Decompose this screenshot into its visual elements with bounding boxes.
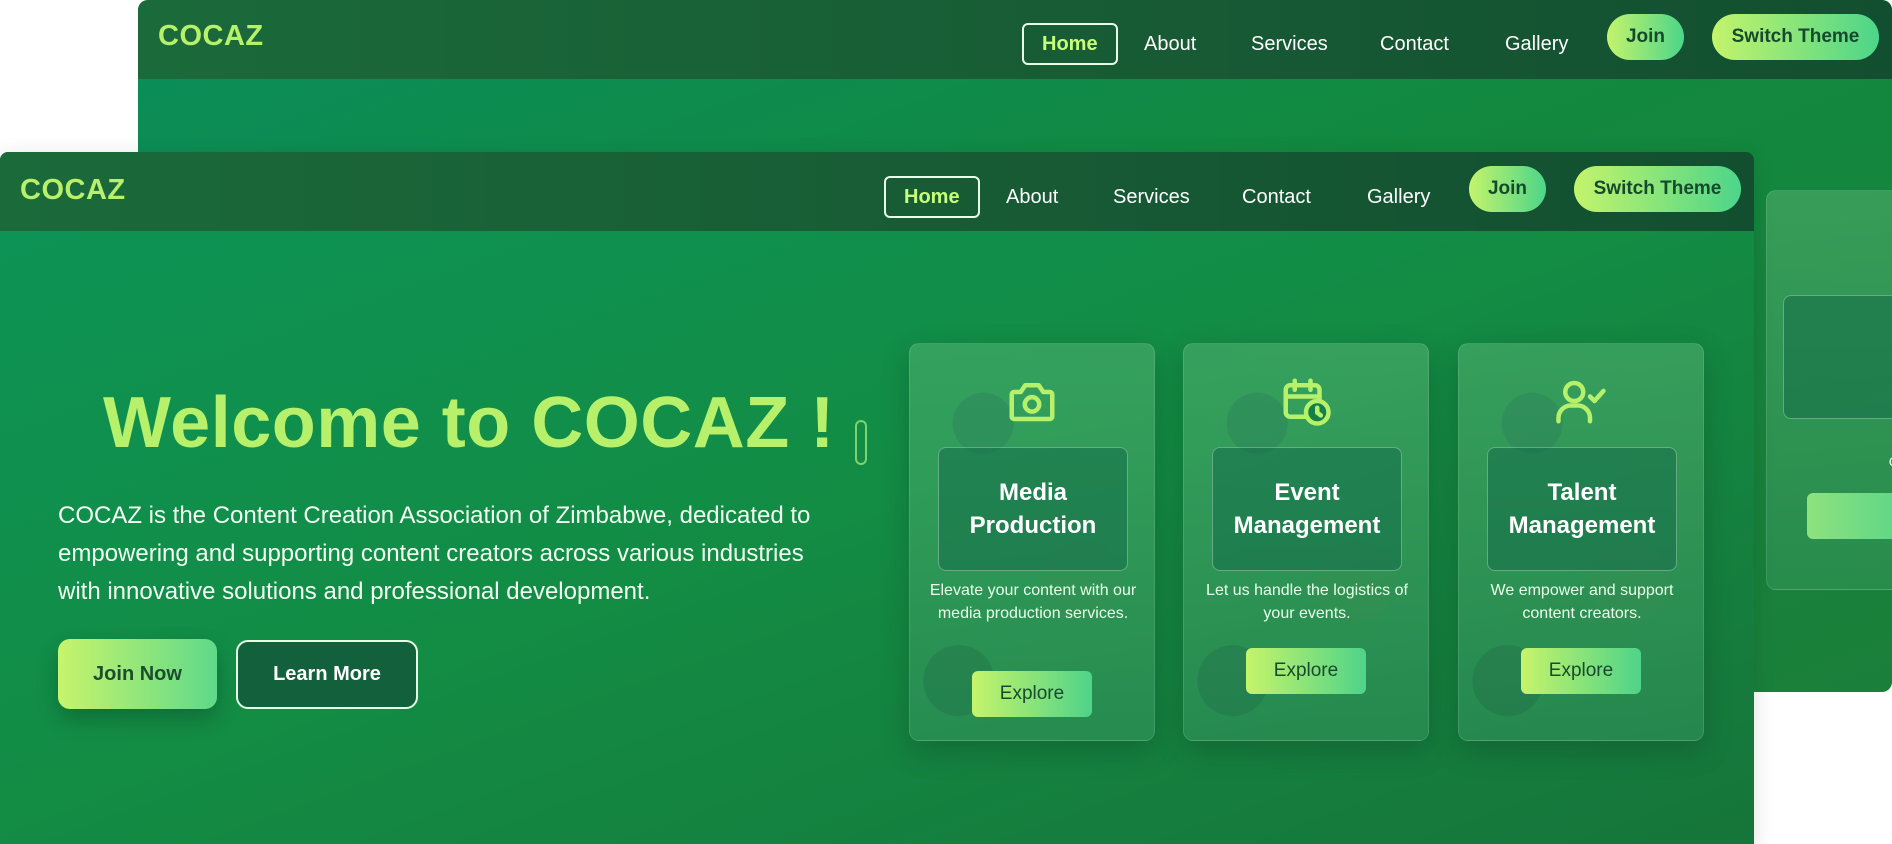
back-nav-home[interactable]: Home [1022,23,1118,65]
navbar: COCAZ Home About Services Contact Galler… [0,152,1754,231]
card-description: Let us handle the logistics of your even… [1206,582,1408,622]
back-logo[interactable]: COCAZ [158,20,264,53]
nav-services[interactable]: Services [1113,176,1190,218]
back-card-button[interactable] [1807,493,1892,539]
back-nav-about[interactable]: About [1144,23,1196,65]
user-check-icon [1556,380,1606,424]
calendar-clock-icon [1283,378,1331,426]
explore-button[interactable]: Explore [1521,648,1641,694]
hero-description: COCAZ is the Content Creation Associatio… [58,502,811,605]
card-description: We empower and support content creators. [1490,582,1674,622]
nav-gallery[interactable]: Gallery [1367,176,1430,218]
back-card-desc: and creators. [1771,427,1892,473]
back-switch-theme-button[interactable]: Switch Theme [1712,14,1879,60]
back-join-button[interactable]: Join [1607,14,1684,60]
card-title: Media Production [938,447,1128,571]
service-card-talent-management: Talent Management We empower and support… [1458,343,1704,741]
nav-contact[interactable]: Contact [1242,176,1311,218]
main-window: COCAZ Home About Services Contact Galler… [0,152,1754,844]
service-card-media-production: Media Production Elevate your content wi… [909,343,1155,741]
join-button[interactable]: Join [1469,166,1546,212]
back-card-desc-line1: and [1771,427,1892,450]
back-service-card: ent and creators. [1766,190,1892,590]
explore-button[interactable]: Explore [972,671,1092,717]
back-nav-services[interactable]: Services [1251,23,1328,65]
back-nav-gallery[interactable]: Gallery [1505,23,1568,65]
switch-theme-button[interactable]: Switch Theme [1574,166,1741,212]
camera-icon [1009,383,1055,422]
hero-title: Welcome to COCAZ ! [103,383,835,463]
back-navbar: COCAZ Home About Services Contact Galler… [138,0,1892,79]
back-card-title: ent [1783,295,1892,419]
explore-button[interactable]: Explore [1246,648,1366,694]
scroll-indicator [855,420,867,465]
card-title: Talent Management [1487,447,1677,571]
nav-about[interactable]: About [1006,176,1058,218]
join-now-button[interactable]: Join Now [58,639,217,709]
back-card-desc-line2: creators. [1771,450,1892,473]
learn-more-button[interactable]: Learn More [236,640,418,709]
logo[interactable]: COCAZ [20,174,126,207]
service-card-event-management: Event Management Let us handle the logis… [1183,343,1429,741]
back-nav-contact[interactable]: Contact [1380,23,1449,65]
nav-home[interactable]: Home [884,176,980,218]
card-description: Elevate your content with our media prod… [929,582,1137,622]
card-title: Event Management [1212,447,1402,571]
